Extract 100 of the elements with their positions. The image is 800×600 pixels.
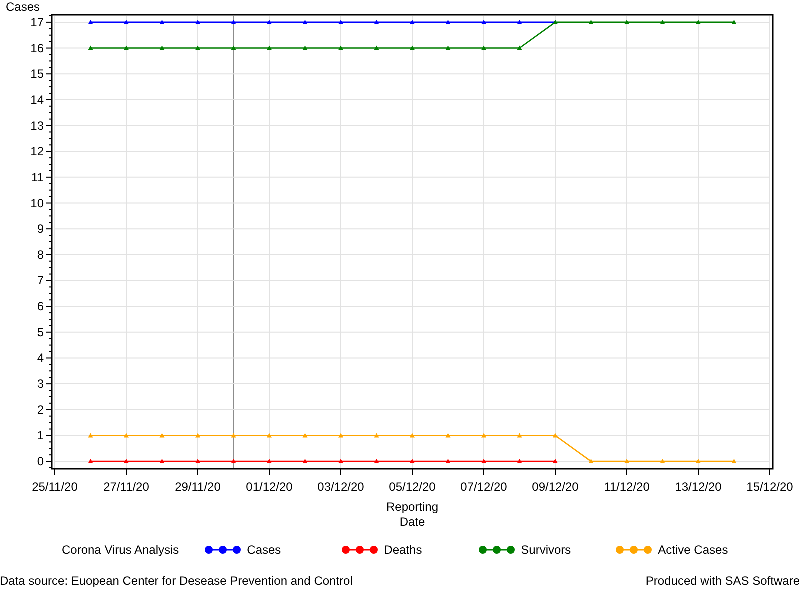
data-point <box>553 459 558 464</box>
y-tick-label: 9 <box>37 222 44 236</box>
data-point <box>660 20 666 24</box>
x-tick-label: 27/11/20 <box>104 480 150 494</box>
data-point <box>696 459 701 464</box>
y-tick-label: 11 <box>32 170 44 184</box>
data-point <box>624 20 630 24</box>
y-tick-label: 14 <box>30 92 44 107</box>
data-point <box>88 459 94 464</box>
x-tick-label: 29/11/20 <box>175 480 221 494</box>
data-point <box>624 459 630 464</box>
y-tick-label: 3 <box>37 377 44 392</box>
data-point <box>482 46 486 50</box>
data-point <box>267 459 272 464</box>
y-tick-label: 8 <box>37 248 44 262</box>
x-tick-label: 09/12/20 <box>532 480 579 494</box>
data-point <box>88 20 94 24</box>
data-source-footnote: Data source: Euopean Center for Desease Prevention and Control <box>0 573 353 590</box>
data-point <box>231 433 236 438</box>
data-point <box>302 433 308 438</box>
x-tick-label: 11/12/20 <box>604 480 650 494</box>
data-point <box>196 433 200 438</box>
y-tick-label: 12 <box>30 144 44 159</box>
x-tick-label: 01/12/20 <box>246 480 293 494</box>
y-tick-label: 7 <box>37 274 44 288</box>
data-point <box>231 459 236 464</box>
data-point <box>160 433 165 438</box>
data-point <box>196 20 200 24</box>
legend-label: Active Cases <box>658 542 728 559</box>
data-point <box>446 20 451 24</box>
data-point <box>410 433 415 438</box>
data-point <box>338 459 344 464</box>
data-point <box>374 20 380 24</box>
y-tick-label: 17 <box>30 15 44 30</box>
data-point <box>482 433 486 438</box>
produced-with-footnote: Produced with SAS Software <box>646 573 800 590</box>
data-point <box>302 20 308 24</box>
data-point <box>338 433 344 438</box>
data-point <box>517 20 522 24</box>
x-tick-label: 05/12/20 <box>389 480 436 494</box>
legend-label: Deaths <box>384 542 422 559</box>
data-point <box>588 20 594 24</box>
y-tick-label: 0 <box>37 454 44 469</box>
data-point <box>88 433 94 438</box>
data-point <box>588 459 594 464</box>
y-tick-label: 6 <box>37 300 44 314</box>
data-point <box>124 46 129 50</box>
y-tick-label: 13 <box>30 118 44 133</box>
data-point <box>410 20 415 24</box>
data-point <box>374 459 380 464</box>
data-point <box>517 46 522 50</box>
data-point <box>160 46 165 50</box>
x-tick-label: 03/12/20 <box>318 480 364 494</box>
data-point <box>231 46 236 50</box>
data-point <box>732 459 737 464</box>
data-point <box>696 20 701 24</box>
data-point <box>517 433 522 438</box>
y-tick-label: 2 <box>37 402 44 417</box>
data-point <box>446 46 451 50</box>
y-tick-label: 4 <box>37 351 44 366</box>
data-point <box>267 20 272 24</box>
data-point <box>196 459 200 464</box>
data-point <box>267 46 272 50</box>
data-point <box>660 459 666 464</box>
x-tick-label: 13/12/20 <box>675 480 722 494</box>
data-point <box>374 433 380 438</box>
data-point <box>338 20 344 24</box>
data-point <box>124 433 129 438</box>
data-point <box>231 20 236 24</box>
data-point <box>302 459 308 464</box>
x-tick-label: 25/11/20 <box>32 480 78 494</box>
data-point <box>517 459 522 464</box>
data-point <box>160 459 165 464</box>
y-tick-label: 15 <box>30 67 44 82</box>
data-point <box>160 20 165 24</box>
data-point <box>196 46 200 50</box>
legend-title: Corona Virus Analysis <box>62 542 180 559</box>
data-point <box>338 46 344 50</box>
y-tick-label: 10 <box>30 196 44 210</box>
data-point <box>124 20 129 24</box>
x-tick-label: 15/12/20 <box>746 480 794 494</box>
data-point <box>553 433 558 438</box>
data-point <box>446 459 451 464</box>
data-point <box>267 433 272 438</box>
y-tick-label: 1 <box>37 428 44 443</box>
data-point <box>732 20 737 24</box>
legend-label: Survivors <box>521 542 572 559</box>
x-axis-label: Reporting Date <box>385 500 440 530</box>
y-tick-label: 16 <box>30 41 44 56</box>
legend-label: Cases <box>247 542 282 559</box>
data-point <box>482 20 486 24</box>
data-point <box>124 459 129 464</box>
data-point <box>410 459 415 464</box>
data-point <box>302 46 308 50</box>
data-point <box>482 459 486 464</box>
data-point <box>88 46 94 50</box>
y-tick-label: 5 <box>37 325 44 340</box>
x-tick-label: 07/12/20 <box>460 480 508 494</box>
data-point <box>410 46 415 50</box>
data-point <box>446 433 451 438</box>
